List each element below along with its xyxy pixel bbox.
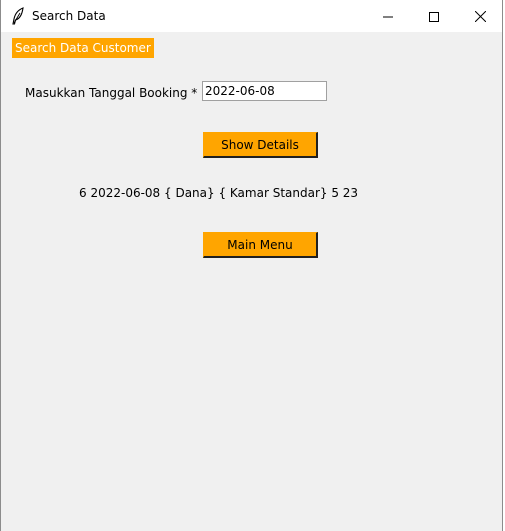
minimize-icon bbox=[383, 7, 393, 26]
booking-date-input[interactable] bbox=[202, 81, 327, 101]
title-bar[interactable]: Search Data bbox=[1, 0, 502, 32]
booking-date-label: Masukkan Tanggal Booking * bbox=[25, 86, 198, 100]
page-title: Search Data Customer bbox=[12, 38, 154, 58]
window-title: Search Data bbox=[32, 9, 106, 23]
search-result-text: 6 2022-06-08 { Dana} { Kamar Standar} 5 … bbox=[79, 186, 359, 200]
show-details-button[interactable]: Show Details bbox=[203, 132, 318, 158]
window-content: Search Data Customer Masukkan Tanggal Bo… bbox=[1, 32, 502, 531]
close-icon bbox=[474, 7, 486, 26]
maximize-icon bbox=[429, 7, 439, 26]
maximize-button[interactable] bbox=[411, 0, 457, 32]
feather-icon bbox=[11, 7, 25, 25]
main-menu-button[interactable]: Main Menu bbox=[203, 232, 318, 258]
minimize-button[interactable] bbox=[365, 0, 411, 32]
close-button[interactable] bbox=[457, 0, 503, 32]
search-data-window: Search Data Search Data Customer Masukka… bbox=[0, 0, 503, 531]
